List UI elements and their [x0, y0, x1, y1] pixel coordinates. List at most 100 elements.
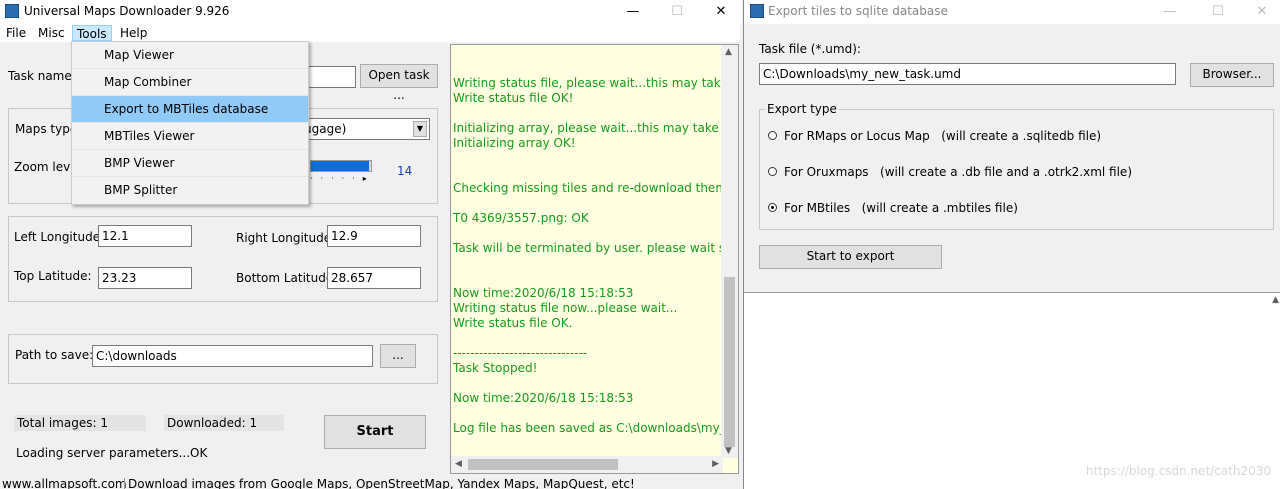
radio-oruxmaps[interactable] [768, 167, 777, 176]
radio-mbtiles[interactable] [768, 203, 777, 212]
option-oruxmaps-label[interactable]: For Oruxmaps (will create a .db file and… [784, 165, 1132, 179]
menu-file[interactable]: File [2, 25, 30, 41]
left-longitude-input[interactable]: 12.1 [98, 225, 192, 247]
log-horizontal-scrollbar[interactable]: ◀ ▶ [451, 456, 723, 473]
task-name-label: Task name: [8, 69, 76, 83]
export-minimize-icon[interactable]: — [1148, 0, 1192, 24]
bottom-latitude-label: Bottom Latitude: [236, 271, 338, 285]
scroll-right-icon[interactable]: ▶ [712, 459, 719, 469]
path-to-save-label: Path to save: [15, 348, 94, 362]
menu-tools[interactable]: Tools [72, 25, 112, 41]
log-panel[interactable]: Writing status file, please wait...this … [450, 44, 739, 474]
zoom-level-label: Zoom leve [14, 160, 78, 174]
export-app-icon [750, 4, 764, 18]
maximize-icon[interactable]: ☐ [655, 0, 699, 24]
menu-item-map-combiner[interactable]: Map Combiner [72, 69, 308, 96]
bottom-latitude-input[interactable]: 28.657 [327, 267, 421, 289]
log-line: Writing status file, please wait...this … [453, 76, 739, 90]
log-line: Writing status file now...please wait... [453, 301, 678, 315]
option-mbtiles-label[interactable]: For MBtiles (will create a .mbtiles file… [784, 201, 1018, 215]
start-button[interactable]: Start [324, 415, 426, 449]
total-images: Total images: 1 [14, 415, 146, 431]
open-task-button[interactable]: Open task ... [360, 64, 438, 102]
maps-type-label: Maps type [15, 122, 78, 136]
menu-item-map-viewer[interactable]: Map Viewer [72, 42, 308, 69]
log-line: Write status file OK. [453, 316, 573, 330]
export-window: Export tiles to sqlite database — ☐ ✕ Ta… [743, 0, 1280, 489]
menu-help[interactable]: Help [116, 25, 151, 41]
right-longitude-label: Right Longitude: [236, 231, 336, 245]
path-to-save-input[interactable]: C:\downloads [92, 345, 373, 367]
status-bar-message: Download images from Google Maps, OpenSt… [124, 478, 635, 489]
maps-type-value: ugage) [304, 122, 347, 136]
export-type-label: Export type [765, 102, 839, 116]
menu-item-export-mbtiles[interactable]: Export to MBTiles database [72, 96, 308, 123]
main-window-title: Universal Maps Downloader 9.926 [24, 4, 230, 18]
top-latitude-input[interactable]: 23.23 [98, 267, 192, 289]
status-bar-website: www.allmapsoft.com [2, 477, 127, 489]
radio-rmaps[interactable] [768, 131, 777, 140]
export-output-area[interactable]: ▲ https://blog.csdn.net/cath2030 [744, 292, 1280, 489]
scroll-left-icon[interactable]: ◀ [455, 459, 462, 469]
log-hscroll-thumb[interactable] [468, 459, 618, 470]
export-window-title: Export tiles to sqlite database [768, 4, 948, 18]
minimize-icon[interactable]: — [611, 0, 655, 24]
log-vscroll-thumb[interactable] [724, 277, 735, 447]
watermark: https://blog.csdn.net/cath2030 [1085, 464, 1271, 478]
zoom-value: 14 [397, 164, 413, 178]
browse-path-button[interactable]: ... [380, 344, 416, 368]
log-line: Now time:2020/6/18 15:18:53 [453, 286, 634, 300]
main-titlebar: Universal Maps Downloader 9.926 — ☐ ✕ [0, 0, 742, 24]
export-titlebar: Export tiles to sqlite database — ☐ ✕ [744, 0, 1280, 24]
export-close-icon[interactable]: ✕ [1240, 0, 1280, 24]
right-longitude-input[interactable]: 12.9 [327, 225, 421, 247]
log-line: Initializing array OK! [453, 136, 576, 150]
menu-item-bmp-viewer[interactable]: BMP Viewer [72, 150, 308, 177]
main-window: Universal Maps Downloader 9.926 — ☐ ✕ Fi… [0, 0, 742, 489]
scroll-down-icon[interactable]: ▼ [725, 446, 732, 456]
export-maximize-icon[interactable]: ☐ [1196, 0, 1240, 24]
zoom-slider-ticks: ·····▸ [310, 174, 375, 183]
browser-button[interactable]: Browser... [1190, 63, 1274, 87]
menu-item-mbtiles-viewer[interactable]: MBTiles Viewer [72, 123, 308, 150]
export-scroll-up-icon[interactable]: ▲ [1272, 295, 1279, 305]
log-line: Log file has been saved as C:\downloads\… [453, 421, 739, 435]
close-icon[interactable]: ✕ [699, 0, 742, 24]
log-text: Writing status file, please wait...this … [453, 76, 739, 436]
loading-status: Loading server parameters...OK [16, 446, 208, 460]
start-export-button[interactable]: Start to export [759, 245, 942, 269]
task-file-input[interactable]: C:\Downloads\my_new_task.umd [759, 63, 1176, 85]
maps-type-select[interactable]: ugage) ▼ [300, 118, 430, 140]
task-file-label: Task file (*.umd): [759, 42, 861, 56]
log-line: Checking missing tiles and re-download t… [453, 181, 739, 195]
log-line: Task will be terminated by user. please … [453, 241, 739, 255]
app-icon [5, 4, 19, 18]
menu-misc[interactable]: Misc [34, 25, 69, 41]
option-rmaps-label[interactable]: For RMaps or Locus Map (will create a .s… [784, 129, 1101, 143]
chevron-down-icon[interactable]: ▼ [413, 121, 427, 137]
log-line: Initializing array, please wait...this m… [453, 121, 739, 135]
status-bar: www.allmapsoft.com Download images from … [0, 476, 742, 489]
left-longitude-label: Left Longitude: [14, 230, 105, 244]
top-latitude-label: Top Latitude: [14, 269, 92, 283]
log-line: Write status file OK! [453, 91, 574, 105]
tools-dropdown-menu: Map Viewer Map Combiner Export to MBTile… [71, 41, 309, 205]
log-vertical-scrollbar[interactable]: ▲ ▼ [721, 45, 738, 458]
log-line: Task Stopped! [453, 361, 538, 375]
scroll-up-icon[interactable]: ▲ [725, 47, 732, 57]
menu-item-bmp-splitter[interactable]: BMP Splitter [72, 177, 308, 204]
log-line: T0 4369/3557.png: OK [453, 211, 589, 225]
log-line: ------------------------------- [453, 346, 588, 360]
zoom-slider[interactable]: ·····▸ [310, 160, 372, 186]
zoom-slider-fill [311, 161, 369, 171]
